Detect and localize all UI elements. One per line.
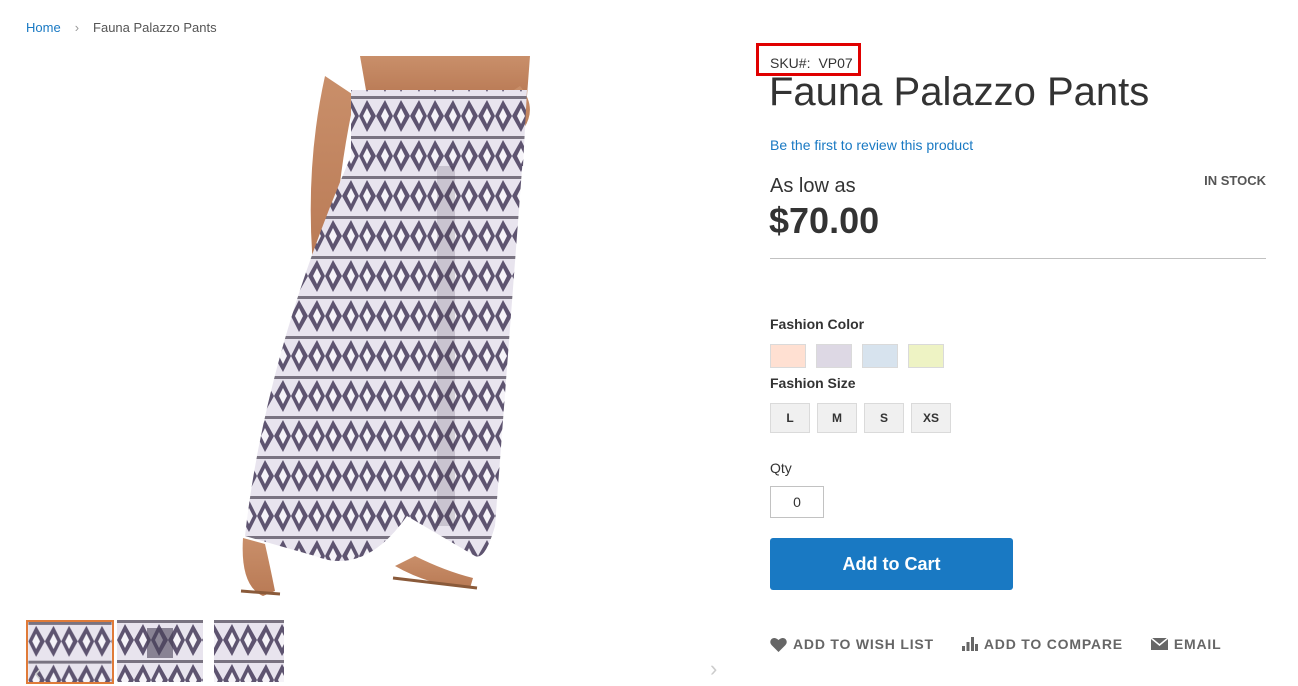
sku-label: SKU#: bbox=[770, 55, 811, 71]
breadcrumb-current: Fauna Palazzo Pants bbox=[93, 20, 217, 35]
envelope-icon bbox=[1150, 638, 1168, 650]
breadcrumb-home-link[interactable]: Home bbox=[26, 20, 61, 35]
email-label: EMAIL bbox=[1173, 636, 1222, 652]
size-option-m[interactable]: M bbox=[817, 403, 857, 433]
product-title: Fauna Palazzo Pants bbox=[769, 70, 1150, 114]
heart-icon bbox=[770, 637, 787, 652]
product-sku: SKU#: VP07 bbox=[770, 55, 853, 71]
color-swatch[interactable] bbox=[816, 344, 852, 368]
gallery-next-icon[interactable]: › bbox=[710, 656, 717, 682]
color-swatch[interactable] bbox=[770, 344, 806, 368]
add-to-compare-link[interactable]: ADD TO COMPARE bbox=[961, 636, 1123, 652]
product-photo bbox=[240, 56, 530, 596]
qty-label: Qty bbox=[770, 460, 792, 476]
product-price: $70.00 bbox=[769, 200, 880, 241]
thumbnail-image bbox=[206, 620, 292, 682]
size-option-xs[interactable]: XS bbox=[911, 403, 951, 433]
sku-value: VP07 bbox=[818, 55, 853, 71]
product-main-image[interactable] bbox=[155, 56, 575, 608]
gallery-thumbnails bbox=[26, 620, 292, 684]
chevron-right-icon: › bbox=[74, 20, 80, 35]
size-options: L M S XS bbox=[770, 403, 951, 433]
qty-input[interactable] bbox=[770, 486, 824, 518]
compare-label: ADD TO COMPARE bbox=[983, 636, 1123, 652]
color-option-label: Fashion Color bbox=[770, 316, 865, 332]
color-swatches bbox=[770, 344, 944, 368]
stock-status: IN STOCK bbox=[1204, 173, 1266, 188]
size-option-s[interactable]: S bbox=[864, 403, 904, 433]
thumbnail-2[interactable] bbox=[117, 620, 203, 682]
add-to-cart-button[interactable]: Add to Cart bbox=[770, 538, 1013, 590]
compare-chart-icon bbox=[961, 637, 978, 651]
divider bbox=[770, 258, 1266, 259]
color-swatch[interactable] bbox=[862, 344, 898, 368]
size-option-l[interactable]: L bbox=[770, 403, 810, 433]
breadcrumb: Home › Fauna Palazzo Pants bbox=[26, 20, 217, 35]
email-link[interactable]: EMAIL bbox=[1150, 636, 1222, 652]
price-prefix: As low as bbox=[770, 175, 856, 197]
add-to-wishlist-link[interactable]: ADD TO WISH LIST bbox=[770, 636, 934, 652]
wishlist-label: ADD TO WISH LIST bbox=[793, 636, 934, 652]
thumbnail-3[interactable] bbox=[206, 620, 292, 682]
gallery-prev-icon[interactable]: ‹ bbox=[34, 660, 41, 686]
product-actions: ADD TO WISH LIST ADD TO COMPARE EMAIL bbox=[770, 636, 1221, 652]
thumbnail-image bbox=[117, 620, 203, 682]
review-link[interactable]: Be the first to review this product bbox=[770, 137, 973, 153]
color-swatch[interactable] bbox=[908, 344, 944, 368]
size-option-label: Fashion Size bbox=[770, 375, 856, 391]
